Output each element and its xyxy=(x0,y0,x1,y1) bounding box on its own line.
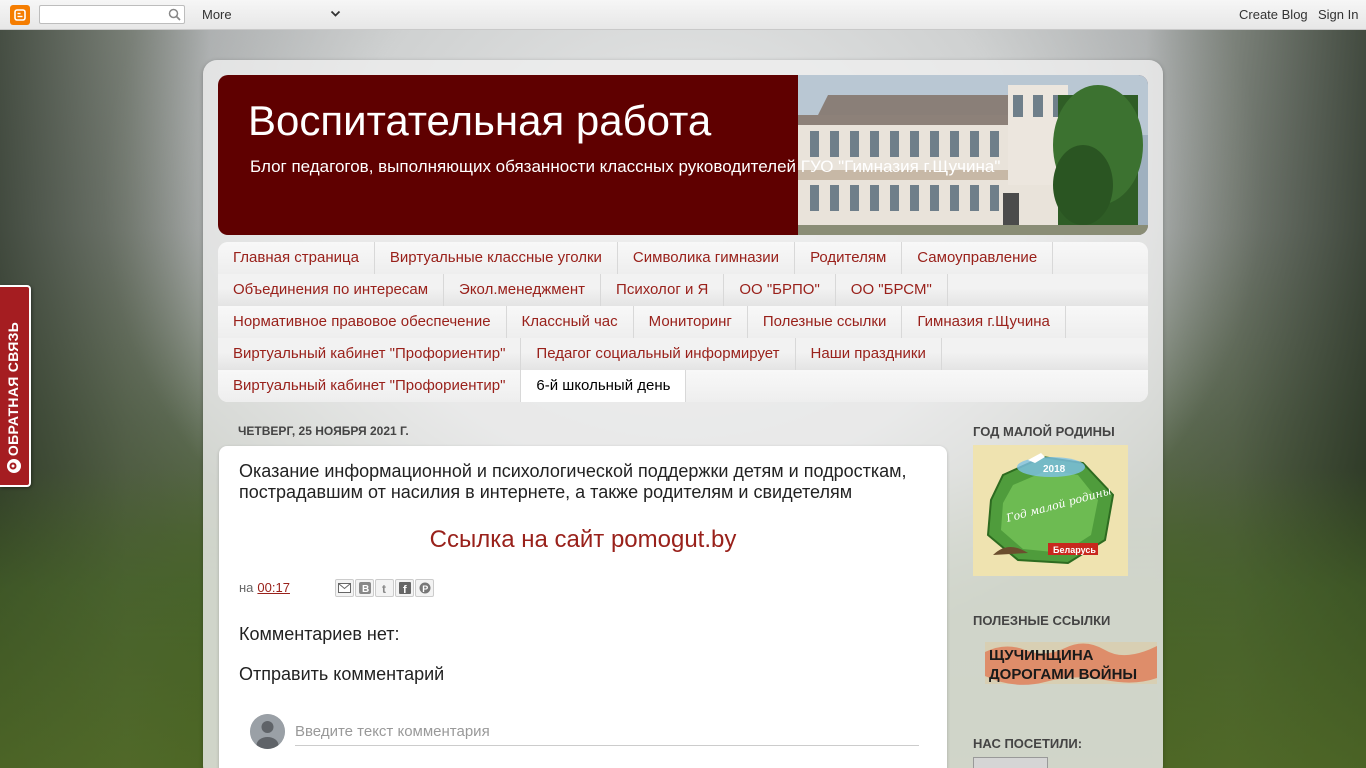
pomogut-link[interactable]: Ссылка на сайт pomogut.by xyxy=(219,526,947,554)
post-timestamp-link[interactable]: 00:17 xyxy=(257,580,290,595)
war-roads-banner-image[interactable]: ЩУЧИНЩИНА ДОРОГАМИ ВОЙНЫ xyxy=(985,640,1157,686)
tab-useful-links[interactable]: Полезные ссылки xyxy=(748,306,903,338)
twitter-icon[interactable]: t xyxy=(375,579,394,597)
tab-interest-groups[interactable]: Объединения по интересам xyxy=(218,274,445,306)
tab-class-hour[interactable]: Классный час xyxy=(507,306,634,338)
email-icon[interactable] xyxy=(335,579,354,597)
tab-row-1: Главная страница Виртуальные классные уг… xyxy=(218,242,1148,274)
tab-brpo[interactable]: ОО "БРПО" xyxy=(724,274,836,306)
avatar xyxy=(250,714,285,749)
tab-career-cabinet[interactable]: Виртуальный кабинет "Профориентир" xyxy=(218,338,522,370)
tab-holidays[interactable]: Наши праздники xyxy=(796,338,942,370)
blog-description: Блог педагогов, выполняющих обязанности … xyxy=(250,157,1001,176)
navbar-more-menu[interactable]: More xyxy=(202,7,232,22)
tab-gymnasium[interactable]: Гимназия г.Щучина xyxy=(902,306,1066,338)
blogger-navbar: More Create Blog Sign In xyxy=(0,0,1366,30)
comments-heading: Комментариев нет: xyxy=(239,624,400,644)
blogger-b-icon xyxy=(14,9,26,21)
tab-psychologist[interactable]: Психолог и Я xyxy=(601,274,725,306)
comment-input[interactable]: Введите текст комментария xyxy=(295,720,919,746)
tab-home[interactable]: Главная страница xyxy=(218,242,375,274)
search-icon[interactable] xyxy=(168,8,181,21)
blog-header: Воспитательная работа Блог педагогов, вы… xyxy=(218,75,1148,235)
tab-symbols[interactable]: Символика гимназии xyxy=(618,242,796,274)
sign-in-link[interactable]: Sign In xyxy=(1318,7,1358,22)
post-comment-heading: Отправить комментарий xyxy=(239,664,445,684)
banner-line-2: ДОРОГАМИ ВОЙНЫ xyxy=(989,665,1137,683)
tab-eco-management[interactable]: Экол.менеджмент xyxy=(444,274,602,306)
tab-parents[interactable]: Родителям xyxy=(795,242,903,274)
visitor-counter-widget[interactable] xyxy=(973,757,1048,768)
post-footer: на 00:17 xyxy=(239,580,290,595)
post-date-header: ЧЕТВЕРГ, 25 НОЯБРЯ 2021 Г. xyxy=(238,424,409,438)
emblem-year-text: 2018 xyxy=(1043,464,1066,475)
sidebar-heading-visitors: НАС ПОСЕТИЛИ: xyxy=(973,736,1083,751)
post-title: Оказание информационной и психологическо… xyxy=(239,461,907,502)
blogger-logo-icon[interactable] xyxy=(10,5,30,25)
create-blog-link[interactable]: Create Blog xyxy=(1239,7,1308,22)
pinterest-icon[interactable]: P xyxy=(415,579,434,597)
svg-text:B: B xyxy=(362,584,369,594)
tab-career-cabinet-2[interactable]: Виртуальный кабинет "Профориентир" xyxy=(218,370,522,402)
facebook-icon[interactable]: f xyxy=(395,579,414,597)
emblem-country-text: Беларусь xyxy=(1053,545,1096,555)
sidebar-heading-useful-links: ПОЛЕЗНЫЕ ССЫЛКИ xyxy=(973,613,1111,628)
post-card: Оказание информационной и психологическо… xyxy=(219,446,947,768)
svg-text:f: f xyxy=(403,584,407,594)
blog-title[interactable]: Воспитательная работа xyxy=(248,97,711,145)
tab-virtual-corners[interactable]: Виртуальные классные уголки xyxy=(375,242,618,274)
page-tabs: Главная страница Виртуальные классные уг… xyxy=(218,242,1148,402)
banner-line-1: ЩУЧИНЩИНА xyxy=(989,647,1094,664)
sidebar-heading-home-year: ГОД МАЛОЙ РОДИНЫ xyxy=(973,424,1115,439)
feedback-side-tab[interactable]: ОБРАТНАЯ СВЯЗЬ xyxy=(0,285,31,487)
feedback-logo-icon xyxy=(7,459,21,473)
svg-text:P: P xyxy=(422,584,428,594)
chevron-down-icon[interactable] xyxy=(330,8,341,20)
feedback-label: ОБРАТНАЯ СВЯЗЬ xyxy=(5,321,21,457)
home-year-badge-image[interactable]: 2018 Год малой родины Беларусь xyxy=(973,445,1128,576)
tab-row-3: Нормативное правовое обеспечение Классны… xyxy=(218,306,1148,338)
tab-self-government[interactable]: Самоуправление xyxy=(902,242,1054,274)
svg-text:t: t xyxy=(382,582,386,594)
tab-row-5: Виртуальный кабинет "Профориентир" 6-й ш… xyxy=(218,370,1148,402)
posted-prefix: на xyxy=(239,580,254,595)
blog-this-icon[interactable]: B xyxy=(355,579,374,597)
war-roads-banner: ЩУЧИНЩИНА ДОРОГАМИ ВОЙНЫ xyxy=(985,642,1157,685)
tab-legal-support[interactable]: Нормативное правовое обеспечение xyxy=(218,306,507,338)
share-buttons: B t f P xyxy=(335,579,434,597)
tab-row-2: Объединения по интересам Экол.менеджмент… xyxy=(218,274,1148,306)
school-building-photo xyxy=(798,75,1148,235)
home-year-emblem: 2018 Год малой родины Беларусь xyxy=(973,445,1128,576)
navbar-search-input[interactable] xyxy=(39,5,185,24)
tab-brsm[interactable]: ОО "БРСМ" xyxy=(836,274,948,306)
tab-monitoring[interactable]: Мониторинг xyxy=(634,306,748,338)
tab-row-4: Виртуальный кабинет "Профориентир" Педаг… xyxy=(218,338,1148,370)
tab-social-pedagogue[interactable]: Педагог социальный информирует xyxy=(521,338,796,370)
tab-sixth-school-day[interactable]: 6-й школьный день xyxy=(521,370,687,402)
user-avatar-icon xyxy=(250,714,285,749)
